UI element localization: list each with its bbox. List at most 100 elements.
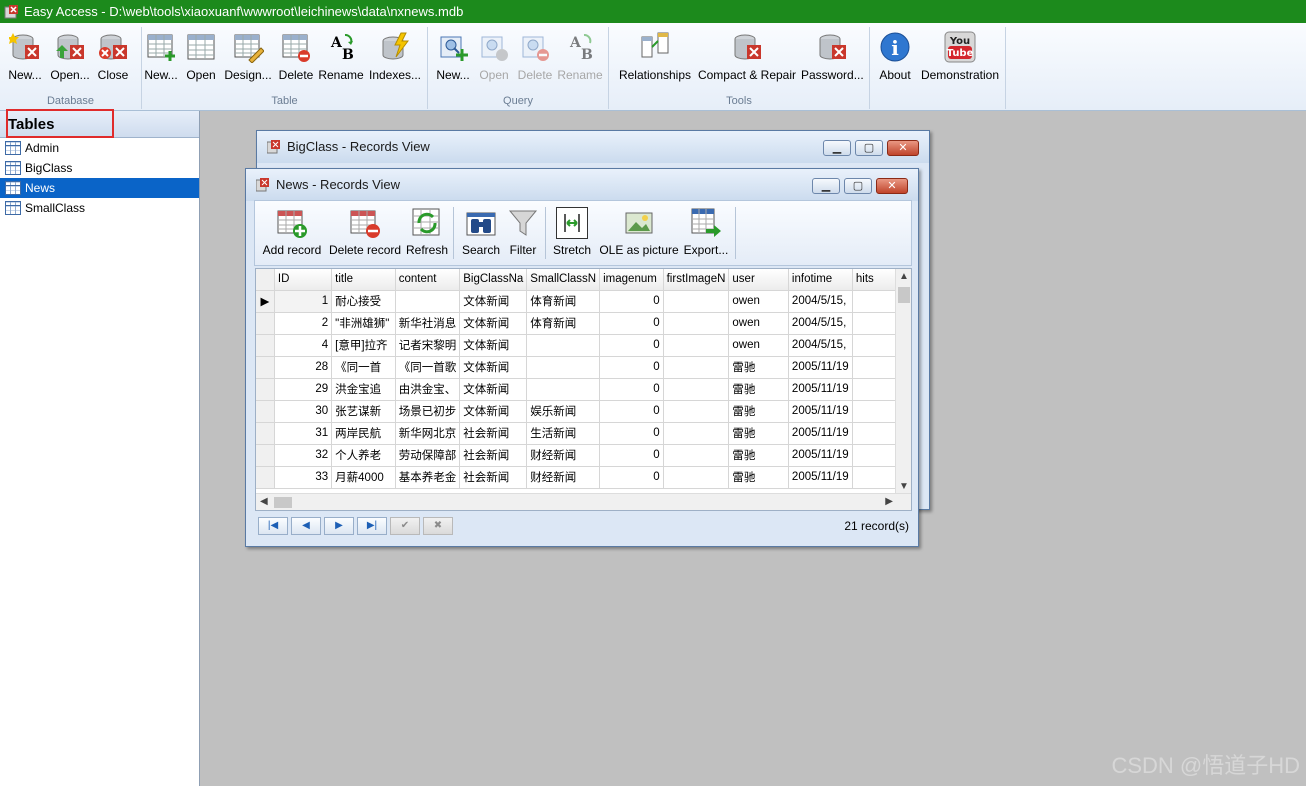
table-cell[interactable]: 个人养老 <box>331 444 396 467</box>
table-cell[interactable]: "非洲雄狮" <box>331 312 396 335</box>
table-cell[interactable]: 2004/5/15, <box>788 290 853 313</box>
row-indicator[interactable] <box>256 312 275 335</box>
first-record-button[interactable]: |◀ <box>258 517 288 535</box>
table-cell[interactable]: 31 <box>274 422 333 445</box>
table-row[interactable]: 30 张艺谋新 场景已初步 文体新闻 娱乐新闻 0 雷驰 2005/11/19 <box>256 400 911 423</box>
export-button[interactable]: Export... <box>681 207 731 263</box>
scroll-right-icon[interactable]: ▶ <box>885 496 893 507</box>
vertical-scrollbar[interactable]: ▲ ▼ <box>895 269 911 494</box>
horizontal-scroll-thumb[interactable] <box>274 497 292 508</box>
table-new-button[interactable]: New... <box>142 29 180 91</box>
ole-as-picture-button[interactable]: OLE as picture <box>597 207 681 263</box>
table-cell[interactable]: 0 <box>599 422 664 445</box>
table-cell[interactable]: 2005/11/19 <box>788 444 853 467</box>
table-cell[interactable]: 2004/5/15, <box>788 312 853 335</box>
table-cell[interactable]: 29 <box>274 378 333 401</box>
table-cell[interactable]: 社会新闻 <box>459 422 528 445</box>
table-cell[interactable]: 社会新闻 <box>459 466 528 489</box>
database-close-button[interactable]: Close <box>94 29 132 91</box>
table-cell[interactable]: 0 <box>599 378 664 401</box>
table-cell[interactable] <box>663 334 730 357</box>
table-cell[interactable]: 耐心接受 <box>331 290 396 313</box>
table-cell[interactable]: 生活新闻 <box>526 422 601 445</box>
table-cell[interactable]: 30 <box>274 400 333 423</box>
news-records-window[interactable]: News - Records View ▁ ▢ ✕ Add record Del… <box>245 168 919 547</box>
table-cell[interactable]: 2005/11/19 <box>788 400 853 423</box>
table-cell[interactable] <box>526 334 601 357</box>
relationships-button[interactable]: Relationships <box>617 29 693 91</box>
search-button[interactable]: Search <box>457 207 505 263</box>
table-item-admin[interactable]: Admin <box>0 138 199 158</box>
table-cell[interactable]: 社会新闻 <box>459 444 528 467</box>
table-cell[interactable]: 雷驰 <box>728 356 789 379</box>
table-cell[interactable]: 0 <box>599 356 664 379</box>
minimize-button[interactable]: ▁ <box>812 178 840 194</box>
query-delete-button[interactable]: Delete <box>514 29 556 91</box>
table-delete-button[interactable]: Delete <box>276 29 316 91</box>
table-cell[interactable]: 1 <box>274 290 333 313</box>
vertical-scroll-thumb[interactable] <box>898 287 910 303</box>
table-cell[interactable]: 文体新闻 <box>459 356 528 379</box>
table-cell[interactable] <box>663 312 730 335</box>
filter-button[interactable]: Filter <box>505 207 541 263</box>
table-open-button[interactable]: Open <box>182 29 220 91</box>
table-cell[interactable]: owen <box>728 312 789 335</box>
table-cell[interactable]: 文体新闻 <box>459 378 528 401</box>
table-cell[interactable]: 雷驰 <box>728 400 789 423</box>
table-cell[interactable]: 0 <box>599 400 664 423</box>
row-indicator[interactable] <box>256 422 275 445</box>
table-cell[interactable]: 0 <box>599 444 664 467</box>
table-cell[interactable] <box>663 378 730 401</box>
table-cell[interactable]: 娱乐新闻 <box>526 400 601 423</box>
table-cell[interactable]: 张艺谋新 <box>331 400 396 423</box>
table-row[interactable]: 29 洪金宝追 由洪金宝、 文体新闻 0 雷驰 2005/11/19 <box>256 378 911 401</box>
table-cell[interactable] <box>526 378 601 401</box>
table-cell[interactable]: 《同一首 <box>331 356 396 379</box>
table-cell[interactable]: 2005/11/19 <box>788 466 853 489</box>
table-row[interactable]: ▶ 1 耐心接受 文体新闻 体育新闻 0 owen 2004/5/15, <box>256 290 911 313</box>
table-cell[interactable]: 财经新闻 <box>526 444 601 467</box>
table-cell[interactable]: 由洪金宝、 <box>395 378 461 401</box>
refresh-button[interactable]: Refresh <box>405 207 449 263</box>
table-cell[interactable]: 文体新闻 <box>459 290 528 313</box>
table-row[interactable]: 2 "非洲雄狮" 新华社消息 文体新闻 体育新闻 0 owen 2004/5/15, <box>256 312 911 335</box>
table-cell[interactable] <box>663 444 730 467</box>
table-cell[interactable]: owen <box>728 290 789 313</box>
row-indicator[interactable] <box>256 356 275 379</box>
column-header[interactable]: ID <box>274 269 333 291</box>
database-new-button[interactable]: New... <box>4 29 46 91</box>
table-cell[interactable] <box>395 290 461 313</box>
table-cell[interactable]: 劳动保障部 <box>395 444 461 467</box>
query-new-button[interactable]: New... <box>434 29 472 91</box>
table-design-button[interactable]: Design... <box>224 29 272 91</box>
table-cell[interactable]: 新华社消息 <box>395 312 461 335</box>
table-cell[interactable]: 32 <box>274 444 333 467</box>
table-cell[interactable] <box>663 400 730 423</box>
table-cell[interactable]: 雷驰 <box>728 378 789 401</box>
table-cell[interactable]: 文体新闻 <box>459 334 528 357</box>
stretch-button[interactable]: Stretch <box>551 207 593 263</box>
row-indicator[interactable] <box>256 378 275 401</box>
row-indicator[interactable] <box>256 466 275 489</box>
table-cell[interactable]: 新华网北京 <box>395 422 461 445</box>
records-grid[interactable]: ID title content BigClassNa SmallClassN … <box>255 268 912 511</box>
cancel-record-button[interactable]: ✖ <box>423 517 453 535</box>
table-cell[interactable]: 33 <box>274 466 333 489</box>
table-row[interactable]: 32 个人养老 劳动保障部 社会新闻 财经新闻 0 雷驰 2005/11/19 <box>256 444 911 467</box>
delete-record-button[interactable]: Delete record <box>329 207 401 263</box>
table-cell[interactable]: 2004/5/15, <box>788 334 853 357</box>
table-cell[interactable]: 《同一首歌 <box>395 356 461 379</box>
row-indicator[interactable] <box>256 334 275 357</box>
column-header[interactable]: infotime <box>788 269 853 291</box>
table-cell[interactable]: 基本养老金 <box>395 466 461 489</box>
table-row[interactable]: 33 月薪4000 基本养老金 社会新闻 财经新闻 0 雷驰 2005/11/19 <box>256 466 911 489</box>
next-record-button[interactable]: ▶ <box>324 517 354 535</box>
previous-record-button[interactable]: ◀ <box>291 517 321 535</box>
table-cell[interactable]: 雷驰 <box>728 422 789 445</box>
table-row[interactable]: 31 两岸民航 新华网北京 社会新闻 生活新闻 0 雷驰 2005/11/19 <box>256 422 911 445</box>
table-rename-button[interactable]: AB Rename <box>318 29 364 91</box>
table-cell[interactable]: 文体新闻 <box>459 400 528 423</box>
table-item-bigclass[interactable]: BigClass <box>0 158 199 178</box>
scroll-left-icon[interactable]: ◀ <box>260 496 268 507</box>
close-button[interactable]: ✕ <box>887 140 919 156</box>
